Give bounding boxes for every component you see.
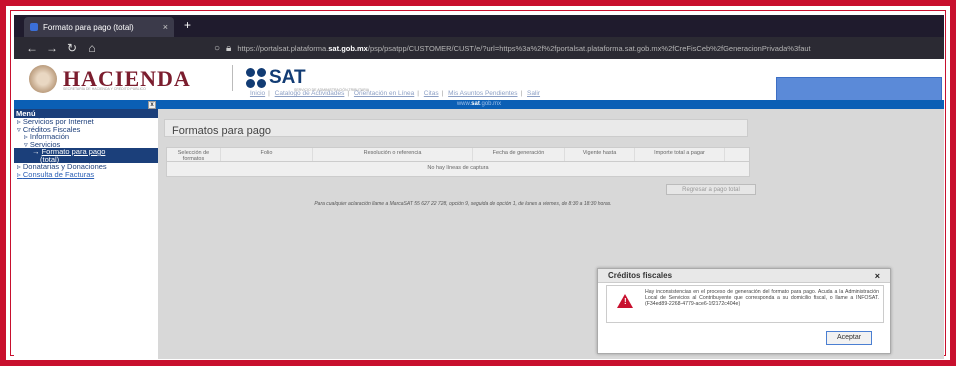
- forward-icon[interactable]: →: [42, 41, 62, 55]
- col-folio: Folio: [221, 148, 313, 161]
- menu-sep: |: [268, 90, 270, 97]
- sat-text: SAT: [269, 67, 306, 88]
- home-icon[interactable]: ⌂: [82, 41, 102, 55]
- regresar-button[interactable]: Regresar a pago total: [666, 184, 756, 195]
- menu-close-icon[interactable]: x: [148, 101, 156, 109]
- sidebar-item-consulta-facturas[interactable]: ▹ Consulta de Facturas: [14, 170, 158, 179]
- lock-icon: 🔒︎: [226, 42, 232, 54]
- browser-tab[interactable]: Formato para pago (total) ×: [24, 17, 174, 37]
- menu-link-citas[interactable]: Citas: [424, 90, 439, 97]
- col-resolucion: Resolución o referencia: [313, 148, 473, 161]
- error-dialog: Créditos fiscales × ! Hay inconsistencia…: [597, 268, 891, 354]
- col-vigente: Vigente hasta: [565, 148, 635, 161]
- dialog-message: Hay inconsistencias en el proceso de gen…: [645, 289, 879, 307]
- shield-icon: ○: [214, 42, 221, 54]
- logo-divider: [232, 65, 233, 91]
- bluebar-suffix: .gob.mx: [479, 101, 502, 107]
- menu-sep: |: [441, 90, 444, 97]
- back-icon[interactable]: ←: [22, 41, 42, 55]
- menu-sep: |: [347, 90, 350, 97]
- menu-link-orientacion[interactable]: Orientación en Línea: [354, 90, 414, 97]
- close-icon[interactable]: ×: [875, 269, 880, 283]
- page-title: Formatos para pago: [172, 125, 272, 137]
- bluebar-prefix: www.: [456, 101, 472, 107]
- menu-link-salir[interactable]: Salir: [527, 90, 540, 97]
- accept-button[interactable]: Aceptar: [826, 331, 872, 345]
- menu-link-catalogo[interactable]: Catalogo de Actividades: [275, 90, 345, 97]
- address-bar[interactable]: ○ 🔒︎ https://portalsat.plataforma.sat.go…: [214, 37, 811, 59]
- warning-mark: !: [624, 297, 627, 306]
- col-seleccion: Selección de formatos: [167, 148, 221, 162]
- url-text: https://portalsat.plataforma.sat.gob.mx/…: [237, 43, 811, 53]
- payment-table: Selección de formatos Folio Resolución o…: [166, 147, 750, 177]
- col-importe: Importe total a pagar: [635, 148, 725, 161]
- bluebar-bold: sat: [471, 101, 480, 107]
- sat-dots-icon: [246, 68, 266, 88]
- dialog-header: Créditos fiscales ×: [598, 269, 890, 283]
- sat-logo[interactable]: SAT: [246, 67, 306, 89]
- tab-close-icon[interactable]: ×: [163, 22, 168, 32]
- empty-table-message: No hay líneas de captura: [427, 165, 489, 171]
- side-menu-header: Menú x: [14, 101, 158, 118]
- top-menu: Inicio | Catalogo de Actividades | Orienta…: [14, 90, 776, 100]
- side-menu-title: Menú: [16, 109, 36, 118]
- dialog-body: ! Hay inconsistencias en el proceso de g…: [606, 285, 884, 323]
- browser-nav-bar: ← → ↻ ⌂ ○ 🔒︎ https://portalsat.plataform…: [14, 37, 944, 59]
- menu-sep: |: [520, 90, 523, 97]
- table-header: Selección de formatos Folio Resolución o…: [167, 148, 749, 162]
- help-note: Para cualquier aclaración llame a MarcaS…: [314, 201, 612, 207]
- dialog-title: Créditos fiscales: [608, 271, 673, 280]
- sidebar-item-formato-pago[interactable]: → Formato para pago (total): [14, 148, 158, 163]
- side-menu: Menú x ▹ Servicios por Internet ▿ Crédit…: [14, 101, 158, 178]
- reload-icon[interactable]: ↻: [62, 41, 82, 55]
- browser-tab-bar: Formato para pago (total) × +: [14, 15, 944, 37]
- col-fecha: Fecha de generación: [473, 148, 565, 161]
- menu-sep: |: [417, 90, 419, 97]
- new-tab-button[interactable]: +: [184, 18, 191, 32]
- favicon-icon: [30, 23, 38, 31]
- menu-link-asuntos[interactable]: Mis Asuntos Pendientes: [448, 90, 517, 97]
- tab-title: Formato para pago (total): [43, 22, 134, 32]
- seal-icon: [29, 65, 57, 93]
- menu-link-inicio[interactable]: Inicio: [250, 90, 265, 97]
